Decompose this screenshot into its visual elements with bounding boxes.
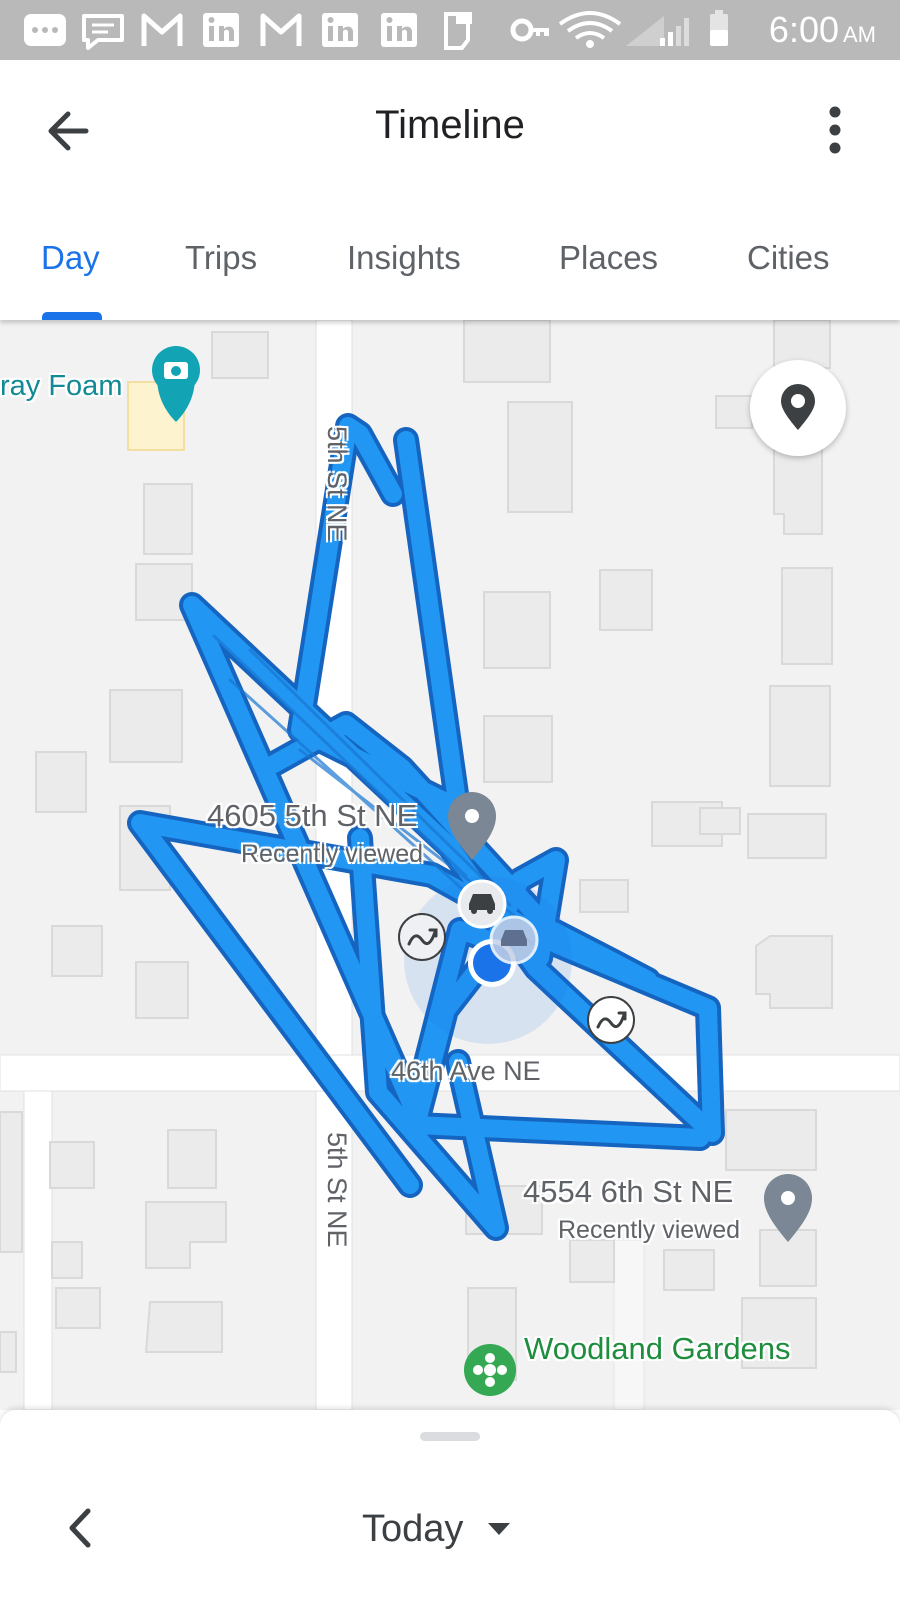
car-activity-icon[interactable] — [489, 915, 539, 965]
moving-activity-icon[interactable] — [587, 996, 635, 1044]
tab-indicator — [42, 312, 102, 320]
tab-insights[interactable]: Insights — [347, 238, 461, 278]
more-vert-icon — [829, 106, 841, 154]
place-address-2[interactable]: 4554 6th St NE — [523, 1176, 733, 1208]
car-activity-icon[interactable] — [457, 879, 507, 929]
gmail-icon — [260, 13, 302, 46]
status-time: 6:00 AM — [769, 8, 876, 57]
place-address-1[interactable]: 4605 5th St NE — [207, 800, 417, 832]
street-label-horizontal: 46th Ave NE — [391, 1056, 541, 1086]
my-location-button[interactable] — [750, 360, 846, 456]
status-time-ampm: AM — [843, 22, 876, 47]
place-note-1: Recently viewed — [241, 840, 424, 868]
map-canvas[interactable] — [0, 320, 900, 1410]
dropdown-arrow-icon — [487, 1523, 510, 1535]
status-time-value: 6:00 — [768, 9, 839, 50]
signal-icons — [626, 10, 728, 46]
tab-places[interactable]: Places — [559, 238, 658, 278]
app-bar: Timeline — [0, 60, 900, 190]
tab-day[interactable]: Day — [41, 238, 100, 278]
no-signal-icon — [626, 16, 664, 46]
location-pin-icon — [781, 384, 815, 430]
poi-label[interactable]: ray Foam — [0, 370, 122, 402]
wifi-icon — [558, 11, 622, 48]
tab-cities[interactable]: Cities — [747, 238, 830, 278]
place-note-2: Recently viewed — [558, 1216, 741, 1244]
park-label[interactable]: Woodland Gardens — [524, 1333, 791, 1365]
chevron-left-icon — [69, 1508, 91, 1548]
street-label-vertical-bottom: 5th St NE — [322, 1132, 352, 1248]
gmail-icon — [141, 13, 183, 46]
map[interactable]: ray Foam 4605 5th St NE Recently viewed … — [0, 320, 900, 1410]
drag-handle[interactable] — [420, 1432, 480, 1441]
linkedin-icon — [322, 13, 358, 47]
status-bar: 6:00 AM — [0, 0, 900, 60]
chat-icon — [82, 14, 124, 50]
date-selector[interactable]: Today — [362, 1502, 512, 1558]
tab-trips[interactable]: Trips — [185, 238, 257, 278]
more-options-button[interactable] — [810, 96, 860, 166]
timeline-tabs: Day Trips Insights Places Cities — [0, 190, 900, 320]
linkedin-icon — [203, 13, 239, 47]
signal-icon — [660, 18, 689, 46]
bottom-sheet: Today — [0, 1410, 900, 1600]
street-label-vertical-top: 5th St NE — [322, 426, 352, 542]
notification-icons — [24, 11, 622, 50]
previous-day-button[interactable] — [56, 1498, 106, 1558]
moving-activity-icon[interactable] — [398, 913, 446, 961]
page-title: Timeline — [375, 103, 525, 147]
park-pin-icon[interactable] — [464, 1344, 516, 1396]
linkedin-icon — [381, 13, 417, 47]
date-label: Today — [362, 1508, 464, 1550]
id-icon — [444, 12, 472, 50]
key-icon — [510, 18, 549, 42]
more-notifications-icon — [24, 14, 66, 46]
battery-icon — [710, 10, 728, 46]
